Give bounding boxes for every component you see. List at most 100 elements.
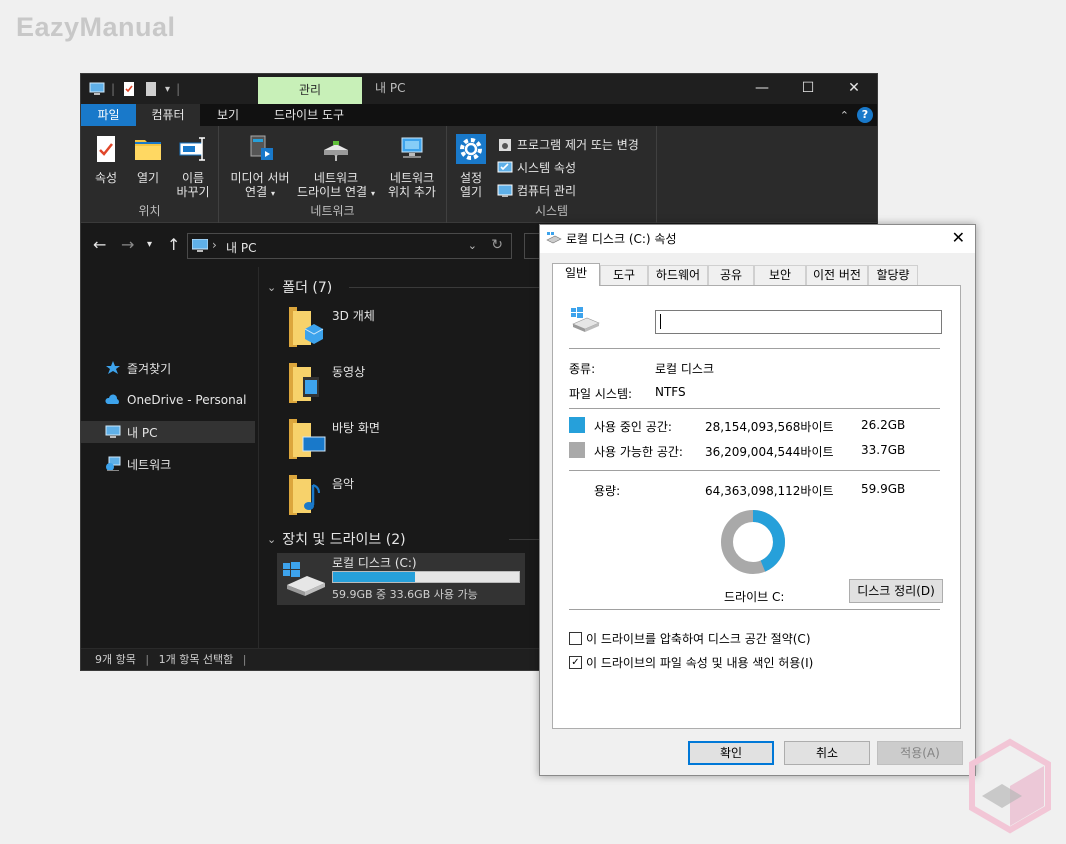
tab-file[interactable]: 파일: [81, 104, 136, 126]
address-history-chevron-icon[interactable]: ⌄: [468, 239, 477, 252]
rename-icon: [179, 137, 205, 161]
videos-folder-icon: [289, 363, 319, 403]
content-pane: ⌄ 폴더 (7) 3D 개체 동영상 바탕 화면 음악 ⌄ 장치 및 드라이브 …: [259, 267, 539, 649]
close-icon[interactable]: ✕: [831, 74, 877, 102]
folder-item[interactable]: 바탕 화면: [287, 417, 507, 467]
window-controls: — ☐ ✕: [739, 74, 877, 102]
maximize-icon[interactable]: ☐: [785, 74, 831, 102]
index-drive-option[interactable]: ✓ 이 드라이브의 파일 속성 및 내용 색인 허용(I): [569, 654, 813, 671]
close-icon[interactable]: ✕: [952, 228, 965, 247]
forward-arrow-icon[interactable]: →: [121, 235, 134, 254]
network-group-label: 네트워크: [310, 204, 355, 218]
text-caret: [660, 314, 661, 329]
capacity-label: 용량:: [594, 484, 621, 498]
cancel-button[interactable]: 취소: [784, 741, 870, 765]
add-network-location-button[interactable]: 네트워크 위치 추가: [381, 134, 443, 199]
media-server-button[interactable]: 미디어 서버 연결 ▾: [225, 134, 295, 201]
tab-quota[interactable]: 할당량: [868, 265, 918, 285]
folder-item[interactable]: 3D 개체: [287, 305, 507, 355]
used-space-swatch: [569, 417, 585, 433]
drive-c-tile[interactable]: 로컬 디스크 (C:) 59.9GB 중 33.6GB 사용 가능: [277, 553, 525, 605]
ribbon-group-system: 설정 열기 프로그램 제거 또는 변경 시스템 속성 컴퓨터 관리 시스템: [447, 126, 657, 223]
manage-context-tab[interactable]: 관리: [258, 77, 362, 104]
nav-item-onedrive[interactable]: OneDrive - Personal: [105, 389, 255, 411]
map-drive-label-line1: 네트워크: [313, 171, 359, 185]
folder-open-icon: [135, 140, 161, 160]
compress-drive-option[interactable]: 이 드라이브를 압축하여 디스크 공간 절약(C): [569, 630, 811, 647]
open-settings-button[interactable]: 설정 열기: [453, 134, 489, 199]
open-button[interactable]: 열기: [131, 134, 165, 185]
nav-item-quick-access[interactable]: 즐겨찾기: [105, 357, 255, 379]
index-checkbox[interactable]: ✓: [569, 656, 582, 669]
system-properties-button[interactable]: 시스템 속성: [497, 159, 576, 176]
address-input[interactable]: › 내 PC ⌄ ↻: [187, 233, 512, 259]
properties-label: 속성: [94, 171, 118, 185]
nav-item-this-pc[interactable]: 내 PC: [81, 421, 255, 443]
breadcrumb-pc[interactable]: 내 PC: [226, 239, 256, 256]
map-network-drive-button[interactable]: 네트워크 드라이브 연결 ▾: [295, 134, 377, 201]
filesystem-value: NTFS: [655, 385, 686, 399]
uninstall-program-button[interactable]: 프로그램 제거 또는 변경: [497, 136, 639, 153]
compress-checkbox[interactable]: [569, 632, 582, 645]
pc-icon[interactable]: [89, 81, 105, 97]
drive-name: 로컬 디스크 (C:): [332, 556, 417, 570]
recent-locations-chevron-icon[interactable]: ▾: [147, 239, 152, 250]
add-location-label-line1: 네트워크: [389, 171, 435, 185]
media-server-icon: [250, 135, 273, 160]
minimize-icon[interactable]: —: [739, 74, 785, 102]
back-arrow-icon[interactable]: ←: [93, 235, 106, 254]
tab-hardware[interactable]: 하드웨어: [648, 265, 708, 285]
tab-security[interactable]: 보안: [754, 265, 806, 285]
type-label: 종류:: [569, 362, 596, 376]
divider: [569, 609, 940, 610]
free-space-bytes: 36,209,004,544바이트: [705, 445, 834, 459]
properties-quick-icon[interactable]: [121, 81, 137, 97]
window-title: 내 PC: [375, 81, 406, 95]
breadcrumb-separator: ›: [212, 238, 217, 252]
folder-item[interactable]: 동영상: [287, 361, 507, 411]
divider: [569, 348, 940, 349]
disk-cleanup-button[interactable]: 디스크 정리(D): [849, 579, 943, 603]
tab-sharing[interactable]: 공유: [708, 265, 754, 285]
folder-item[interactable]: 음악: [287, 473, 507, 523]
drive-icon: [571, 307, 600, 332]
media-server-label-line2: 연결: [245, 185, 268, 199]
location-group-label: 위치: [138, 204, 161, 218]
map-drive-label-line2: 드라이브 연결: [297, 185, 368, 199]
ribbon-tabs: 파일 컴퓨터 보기 드라이브 도구 ⌃ ?: [81, 104, 877, 126]
collapse-ribbon-icon[interactable]: ⌃: [840, 109, 849, 122]
drive-usage-bar: [332, 571, 520, 583]
nav-item-network[interactable]: 네트워크: [105, 453, 255, 475]
properties-button[interactable]: 속성: [89, 134, 123, 185]
tab-general[interactable]: 일반: [552, 263, 600, 286]
help-icon[interactable]: ?: [857, 107, 873, 123]
pc-icon: [105, 425, 121, 438]
gear-icon: [456, 134, 486, 164]
devices-header-label: 장치 및 드라이브 (2): [282, 532, 406, 548]
tab-drive-tools[interactable]: 드라이브 도구: [257, 104, 361, 126]
rename-button[interactable]: 이름 바꾸기: [173, 134, 213, 199]
chevron-down-icon: ⌄: [267, 280, 277, 294]
uninstall-icon: [499, 138, 511, 151]
apply-button[interactable]: 적용(A): [877, 741, 963, 765]
refresh-icon[interactable]: ↻: [491, 237, 503, 253]
compress-label: 이 드라이브를 압축하여 디스크 공간 절약(C): [586, 632, 811, 646]
computer-management-button[interactable]: 컴퓨터 관리: [497, 182, 576, 199]
pc-icon: [192, 239, 208, 252]
ok-button[interactable]: 확인: [688, 741, 774, 765]
watermark-cube-icon: [969, 738, 1051, 834]
dialog-tabs: 일반 도구 하드웨어 공유 보안 이전 버전 할당량: [550, 263, 970, 286]
drive-name-input[interactable]: [655, 310, 942, 334]
customize-quick-access-icon[interactable]: ▾: [165, 84, 170, 95]
folders-group-header[interactable]: ⌄ 폴더 (7): [267, 277, 332, 297]
cloud-icon: [105, 394, 119, 404]
tab-previous-versions[interactable]: 이전 버전: [806, 265, 868, 285]
tab-computer[interactable]: 컴퓨터: [136, 104, 200, 126]
new-folder-quick-icon[interactable]: [143, 81, 159, 97]
up-arrow-icon[interactable]: ↑: [167, 235, 180, 254]
tab-view[interactable]: 보기: [205, 104, 251, 126]
tab-tools[interactable]: 도구: [600, 265, 648, 285]
explorer-titlebar: | ▾ | 관리 내 PC — ☐ ✕: [81, 74, 877, 104]
section-divider: [509, 539, 539, 540]
devices-group-header[interactable]: ⌄ 장치 및 드라이브 (2): [267, 529, 406, 549]
